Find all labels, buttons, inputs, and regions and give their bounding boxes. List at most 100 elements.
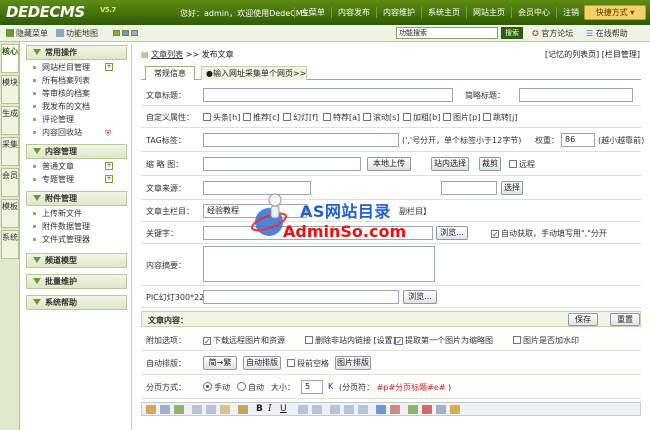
- attr-bold[interactable]: 加粗[b]: [403, 112, 440, 123]
- skin-green-swatch[interactable]: [113, 30, 120, 36]
- indent-checkbox[interactable]: [287, 359, 295, 367]
- image-icon[interactable]: [408, 405, 418, 414]
- menu-section-content[interactable]: 内容管理: [26, 144, 127, 159]
- nav-member-center[interactable]: 会员中心: [511, 7, 556, 18]
- cut-icon[interactable]: [192, 405, 202, 414]
- watermark-option[interactable]: 图片是否加水印: [513, 335, 579, 346]
- attr-headline[interactable]: 头条[h]: [203, 112, 240, 123]
- align-left-icon[interactable]: [330, 405, 340, 414]
- auto-keywords-option[interactable]: 自动获取，手动填写用","分开: [491, 228, 607, 239]
- hide-menu-button[interactable]: 隐藏菜单: [6, 28, 48, 39]
- remote-checkbox[interactable]: [509, 160, 517, 168]
- paging-size-input[interactable]: 5: [301, 380, 323, 394]
- paging-auto-option[interactable]: 自动: [237, 382, 264, 393]
- vtab-modules[interactable]: 模块: [1, 75, 19, 104]
- plus-icon[interactable]: +: [105, 175, 113, 183]
- remove-links-checkbox[interactable]: [305, 336, 313, 344]
- function-search-input[interactable]: 功能搜索: [396, 27, 498, 39]
- attr-scroll[interactable]: 滚动[s]: [363, 112, 399, 123]
- vtab-core[interactable]: 核心: [1, 44, 19, 73]
- vtab-templates[interactable]: 模板: [1, 199, 19, 228]
- smiley-icon[interactable]: [450, 405, 460, 414]
- nav-system-home[interactable]: 系统主页: [421, 7, 466, 18]
- underline-icon[interactable]: U: [280, 405, 290, 414]
- tab-normal-info[interactable]: 常规信息: [145, 66, 195, 80]
- tag-input[interactable]: [203, 133, 399, 147]
- help-link[interactable]: ☰ 在线帮助: [586, 28, 628, 39]
- nav-publish[interactable]: 内容发布: [331, 7, 376, 18]
- menu-section-common[interactable]: 常用操作: [26, 45, 127, 60]
- attr-checkbox[interactable]: [243, 113, 251, 121]
- nav-logout[interactable]: 注销: [556, 7, 585, 18]
- auto-typeset-button[interactable]: 自动排版: [243, 356, 281, 370]
- attr-jump[interactable]: 跳转[j]: [483, 112, 517, 123]
- site-select-button[interactable]: 站内选择: [431, 157, 469, 171]
- author-input[interactable]: [441, 181, 497, 195]
- skin-blue-swatch[interactable]: [122, 30, 129, 36]
- first-image-thumb-option[interactable]: 提取第一个图片为缩略图: [395, 335, 493, 346]
- summary-textarea[interactable]: [203, 246, 435, 282]
- attr-image[interactable]: 图片[p]: [443, 112, 480, 123]
- preview-icon[interactable]: [174, 405, 184, 414]
- crumb-article-list[interactable]: 文章列表: [151, 50, 183, 59]
- menu-item-category-manage[interactable]: 网站栏目管理 +: [26, 61, 131, 74]
- download-remote-checkbox[interactable]: [203, 337, 211, 345]
- vtab-collect[interactable]: 采集: [1, 137, 19, 166]
- title-input[interactable]: [203, 88, 453, 102]
- slide-pic-input[interactable]: [203, 290, 399, 304]
- forum-link[interactable]: ✪ 官方论坛: [532, 28, 573, 39]
- weight-input[interactable]: 86: [561, 133, 595, 147]
- menu-item-articles[interactable]: 普通文章 +: [26, 160, 131, 173]
- tab-collect-url[interactable]: ●输入网址采集单个网页>>: [201, 66, 308, 80]
- paging-manual-option[interactable]: 手动: [203, 382, 230, 393]
- menu-section-batch[interactable]: 批量维护: [26, 274, 127, 289]
- nav-site-home[interactable]: 网站主页: [466, 7, 511, 18]
- source-select-button[interactable]: 选择: [501, 181, 523, 195]
- menu-item-file-manager[interactable]: 文件式管理器: [26, 233, 131, 246]
- link-icon[interactable]: [376, 405, 386, 414]
- skin-gray-swatch[interactable]: [131, 30, 138, 36]
- paging-auto-radio[interactable]: [237, 382, 246, 391]
- vtab-system[interactable]: 系统: [1, 230, 19, 259]
- paste-icon[interactable]: [220, 405, 230, 414]
- menu-item-recycle-bin[interactable]: 内容回收站 ⛨: [26, 126, 131, 139]
- align-center-icon[interactable]: [344, 405, 354, 414]
- plus-icon[interactable]: +: [105, 162, 113, 170]
- menu-item-comments[interactable]: 评论管理: [26, 113, 131, 126]
- vtab-generate[interactable]: 生成: [1, 106, 19, 135]
- indent-option[interactable]: 段前空格: [287, 358, 329, 369]
- copy-icon[interactable]: [206, 405, 216, 414]
- new-page-icon[interactable]: [160, 405, 170, 414]
- attr-checkbox[interactable]: [483, 113, 491, 121]
- save-button[interactable]: 保存: [568, 313, 598, 326]
- menu-section-help[interactable]: 系统帮助: [26, 295, 127, 310]
- flash-icon[interactable]: [422, 405, 432, 414]
- attr-checkbox[interactable]: [363, 113, 371, 121]
- short-title-input[interactable]: [519, 88, 633, 102]
- source-icon[interactable]: [146, 405, 156, 414]
- menu-item-pending-archives[interactable]: 等审核的档案: [26, 87, 131, 100]
- image-typeset-button[interactable]: 图片排版: [335, 356, 371, 370]
- top-links[interactable]: [记忆的列表页] [栏目管理]: [545, 49, 640, 60]
- menu-item-upload-file[interactable]: 上传新文件: [26, 207, 131, 220]
- eraser-icon[interactable]: [238, 405, 248, 414]
- italic-icon[interactable]: I: [268, 405, 278, 414]
- attr-checkbox[interactable]: [443, 113, 451, 121]
- attr-recommend[interactable]: 推荐[c]: [243, 112, 280, 123]
- upload-button[interactable]: 本地上传: [367, 157, 411, 171]
- attr-checkbox[interactable]: [283, 113, 291, 121]
- menu-section-channel-models[interactable]: 频道模型: [26, 253, 127, 268]
- paging-manual-radio[interactable]: [203, 382, 212, 391]
- remove-links-option[interactable]: 删除非站内链接 [设置]: [305, 335, 396, 346]
- attr-checkbox[interactable]: [403, 113, 411, 121]
- menu-item-all-archives[interactable]: 所有档案列表: [26, 74, 131, 87]
- bold-icon[interactable]: B: [256, 405, 266, 414]
- settings-link[interactable]: [设置]: [374, 336, 396, 345]
- unlink-icon[interactable]: [390, 405, 400, 414]
- ordered-list-icon[interactable]: [298, 405, 308, 414]
- bullet-list-icon[interactable]: [312, 405, 322, 414]
- nav-main-menu[interactable]: 主菜单: [294, 7, 331, 18]
- table-icon[interactable]: [436, 405, 446, 414]
- reset-button[interactable]: 重置: [610, 313, 640, 326]
- align-right-icon[interactable]: [358, 405, 368, 414]
